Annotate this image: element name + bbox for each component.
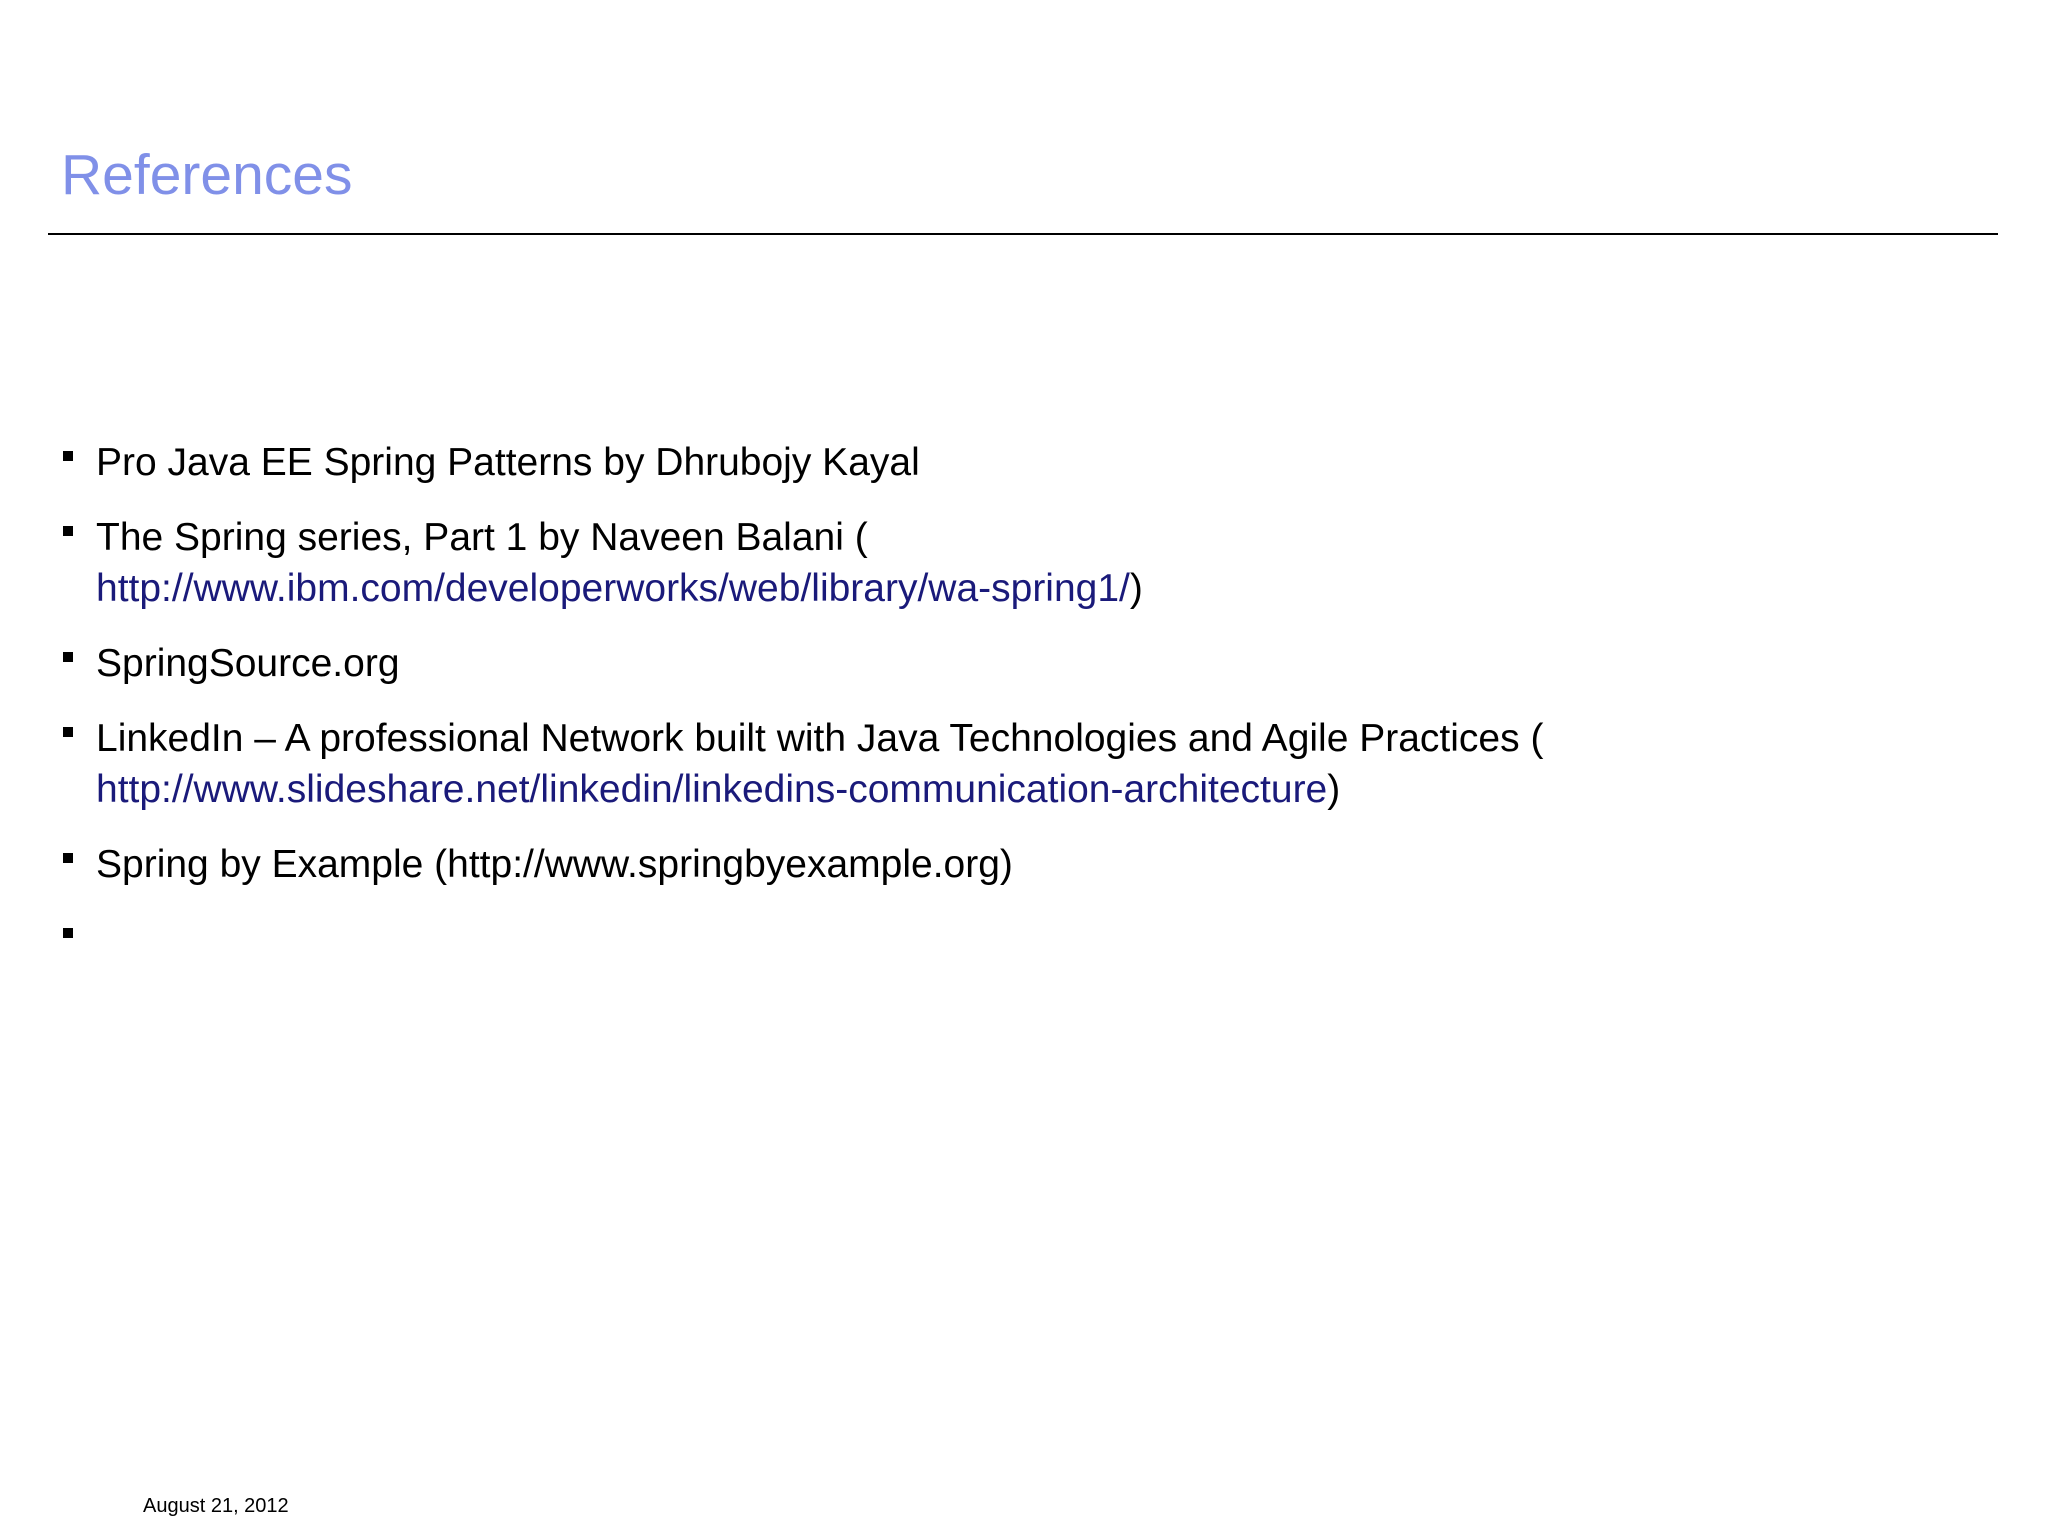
references-list: Pro Java EE Spring Patterns by Dhrubojy … [62, 437, 1962, 989]
reference-text: Spring by Example (http://www.springbyex… [96, 843, 1013, 886]
reference-item-empty [62, 914, 1962, 965]
title-divider [48, 233, 1998, 235]
square-bullet-icon [63, 451, 73, 461]
reference-item: LinkedIn – A professional Network built … [62, 713, 1962, 815]
reference-text: LinkedIn – A professional Network built … [96, 717, 1544, 760]
square-bullet-icon [63, 526, 73, 536]
square-bullet-icon [63, 853, 73, 863]
reference-text: The Spring series, Part 1 by Naveen Bala… [96, 516, 868, 559]
reference-link[interactable]: http://www.ibm.com/developerworks/web/li… [96, 567, 1130, 610]
reference-item: Spring by Example (http://www.springbyex… [62, 839, 1962, 890]
reference-text: SpringSource.org [96, 642, 400, 685]
slide-title: References [61, 143, 353, 207]
square-bullet-icon [63, 928, 73, 938]
reference-item: SpringSource.org [62, 638, 1962, 689]
reference-link[interactable]: http://www.slideshare.net/linkedin/linke… [96, 768, 1327, 811]
reference-suffix: ) [1327, 768, 1341, 811]
footer-date: August 21, 2012 [143, 1495, 289, 1517]
reference-item: Pro Java EE Spring Patterns by Dhrubojy … [62, 437, 1962, 488]
square-bullet-icon [63, 727, 73, 737]
reference-item: The Spring series, Part 1 by Naveen Bala… [62, 512, 1962, 614]
square-bullet-icon [63, 652, 73, 662]
reference-suffix: ) [1129, 567, 1143, 610]
reference-text: Pro Java EE Spring Patterns by Dhrubojy … [96, 441, 920, 484]
